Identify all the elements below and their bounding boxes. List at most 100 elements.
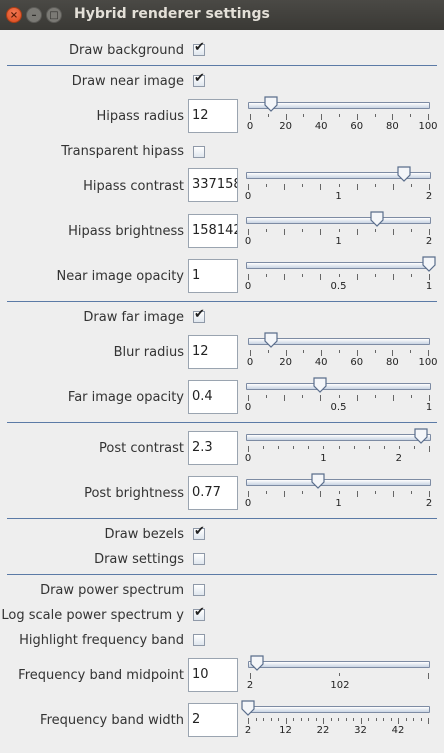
hipass-contrast-slider[interactable]: 0 1 2 [245, 166, 432, 210]
minimize-icon[interactable]: – [26, 7, 42, 23]
draw-near-image-label: Draw near image [71, 74, 184, 89]
near-image-opacity-field[interactable]: 1 [188, 259, 238, 293]
slider-thumb[interactable] [264, 332, 278, 348]
tick-mark [428, 350, 429, 356]
draw-power-spectrum-checkbox[interactable] [193, 584, 205, 596]
transparent-hipass-checkbox[interactable] [193, 146, 205, 158]
hipass-brightness-slider[interactable]: 0 1 2 [244, 211, 433, 255]
tick-mark [405, 718, 407, 721]
slider-thumb[interactable] [313, 377, 327, 393]
hipass-contrast-field[interactable]: 337158 [188, 168, 238, 202]
slider-thumb[interactable] [264, 96, 278, 112]
hipass-radius-slider[interactable]: 0 20 40 60 80 100 [246, 96, 438, 140]
slider-tick-label: 0 [246, 121, 254, 132]
slider-thumb[interactable] [250, 655, 264, 671]
title-bar: × – □ Hybrid renderer settings [0, 0, 444, 30]
draw-power-spectrum-label: Draw power spectrum [40, 583, 184, 598]
draw-far-image-checkbox[interactable]: ✔ [193, 308, 205, 323]
tick-mark [263, 718, 264, 721]
slider-track[interactable] [246, 434, 431, 441]
tick-mark [284, 229, 286, 235]
tick-mark [278, 718, 279, 721]
slider-track[interactable] [248, 661, 430, 668]
slider-thumb[interactable] [414, 428, 429, 444]
slider-thumb[interactable] [311, 473, 325, 489]
slider-tick-label: 2 [425, 236, 433, 247]
maximize-icon[interactable]: □ [46, 7, 62, 23]
tick-mark [374, 229, 376, 232]
tick-mark [356, 350, 358, 356]
slider-track[interactable] [246, 706, 430, 713]
tick-mark [323, 718, 324, 724]
tick-mark [398, 446, 400, 449]
post-brightness-slider[interactable]: 0 1 2 [244, 473, 432, 517]
tick-mark [429, 446, 430, 452]
hipass-brightness-field[interactable]: 158142 [188, 214, 238, 248]
post-contrast-slider[interactable]: 0 1 2 [245, 428, 431, 472]
post-brightness-field[interactable]: 0.77 [188, 476, 238, 510]
highlight-frequency-band-checkbox[interactable] [193, 634, 205, 646]
slider-ticks [246, 446, 431, 452]
far-image-opacity-field[interactable]: 0.4 [188, 380, 238, 414]
blur-radius-field[interactable]: 12 [188, 335, 238, 369]
slider-tick-label: 40 [314, 121, 328, 132]
draw-bezels-checkbox[interactable]: ✔ [193, 525, 205, 540]
far-image-opacity-label: Far image opacity [67, 390, 184, 405]
tick-mark [413, 446, 415, 449]
slider-tick-label: 1 [320, 453, 327, 464]
hipass-radius-field[interactable]: 12 [188, 99, 238, 133]
slider-tick-label: 80 [386, 357, 399, 368]
slider-tick-label: 42 [391, 725, 405, 736]
frequency-band-width-slider[interactable]: 2 12 22 32 42 [241, 700, 430, 744]
tick-mark [374, 184, 376, 187]
tick-mark [398, 718, 399, 724]
frequency-band-width-field[interactable]: 2 [188, 703, 238, 737]
blur-radius-slider[interactable]: 0 20 40 60 80 100 [247, 332, 438, 376]
tick-mark [392, 491, 394, 497]
tick-mark [285, 350, 287, 356]
separator [7, 65, 437, 66]
draw-background-checkbox[interactable]: ✔ [193, 41, 205, 56]
post-contrast-label: Post contrast [99, 441, 184, 456]
slider-tick-label: 32 [354, 725, 367, 736]
separator [7, 574, 437, 575]
draw-near-image-checkbox[interactable]: ✔ [193, 72, 205, 87]
tick-mark [293, 446, 295, 449]
tick-mark [302, 274, 304, 277]
slider-track[interactable] [246, 262, 431, 269]
slider-tick-label: 0 [244, 236, 252, 247]
slider-tick-label: 80 [386, 121, 399, 132]
tick-mark [284, 395, 286, 401]
near-image-opacity-slider[interactable]: 0 0.5 1 [245, 256, 436, 300]
post-brightness-label: Post brightness [84, 486, 184, 501]
hipass-radius-label: Hipass radius [96, 109, 184, 124]
tick-mark [338, 395, 340, 398]
slider-thumb[interactable] [397, 166, 411, 182]
slider-tick-label: 20 [279, 121, 292, 132]
slider-thumb[interactable] [241, 700, 255, 716]
tick-mark [392, 184, 394, 190]
slider-track[interactable] [246, 479, 431, 486]
slider-tick-label: 100 [418, 121, 438, 132]
far-image-opacity-slider[interactable]: 0 0.5 1 [245, 377, 432, 421]
slider-thumb[interactable] [369, 211, 384, 227]
tick-mark [429, 274, 430, 280]
post-contrast-field[interactable]: 2.3 [188, 431, 238, 465]
slider-tick-label: 1 [335, 498, 342, 509]
slider-tick-label: 1 [335, 236, 342, 247]
draw-settings-checkbox[interactable] [193, 553, 205, 565]
slider-track[interactable] [246, 217, 431, 224]
slider-tick-label: 40 [314, 357, 328, 368]
tick-mark [248, 184, 249, 190]
slider-thumb[interactable] [422, 256, 436, 272]
separator [7, 518, 437, 519]
frequency-band-midpoint-field[interactable]: 10 [188, 658, 238, 692]
slider-ticks [246, 718, 430, 724]
tick-mark [356, 184, 358, 190]
slider-track[interactable] [246, 383, 431, 390]
log-scale-power-spectrum-checkbox[interactable]: ✔ [193, 606, 205, 621]
tick-mark [248, 491, 249, 497]
slider-tick-label: 0 [244, 498, 252, 509]
close-icon[interactable]: × [6, 7, 22, 23]
frequency-band-midpoint-slider[interactable]: 2 102 [247, 655, 430, 699]
